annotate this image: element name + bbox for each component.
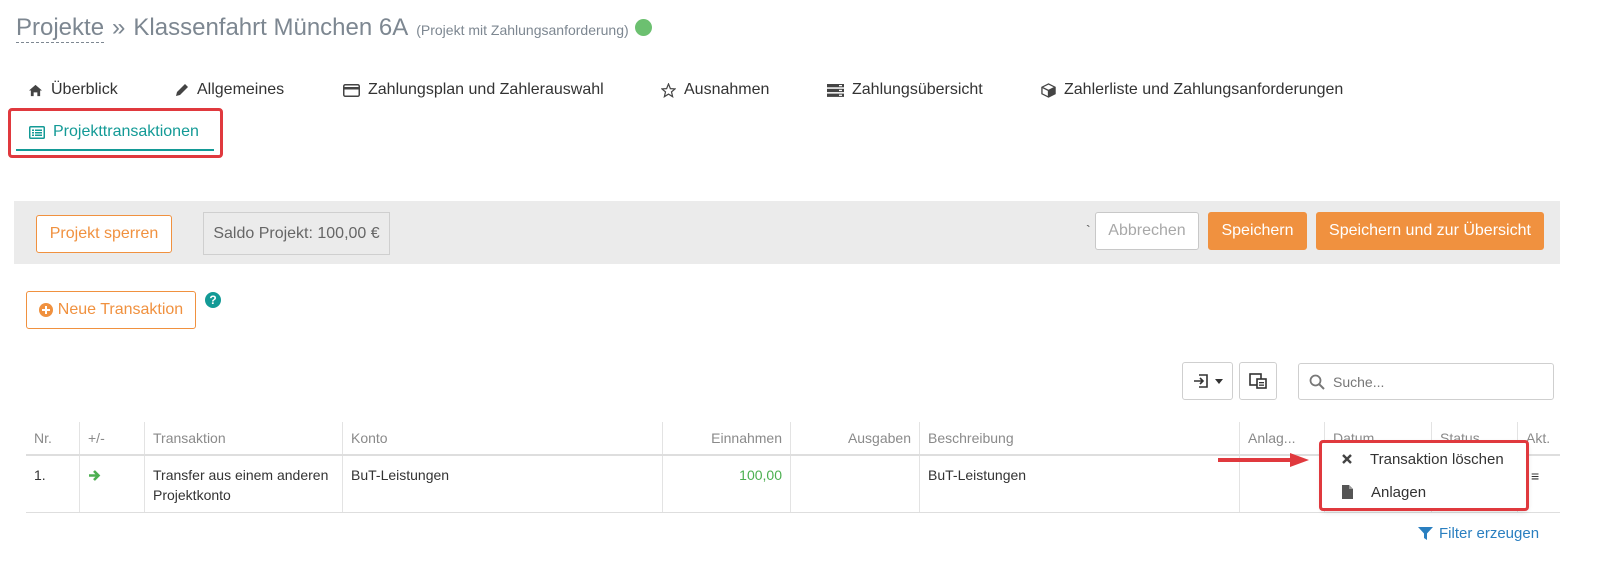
tab-label: Allgemeines: [197, 81, 285, 98]
row-actions-menu-icon[interactable]: ≡: [1531, 468, 1539, 484]
cell-beschreibung: BuT-Leistungen: [919, 456, 1239, 512]
transaktion-line-2: Projektkonto: [153, 487, 231, 503]
tab-label: Überblick: [51, 81, 118, 98]
create-filter-link[interactable]: Filter erzeugen: [1418, 525, 1539, 542]
column-header-ausgaben[interactable]: Ausgaben: [790, 422, 919, 454]
tab-label: Zahlerliste und Zahlungsanforderungen: [1064, 81, 1344, 98]
tab-label: Zahlungsübersicht: [852, 81, 983, 98]
column-toggle-button[interactable]: [1239, 362, 1277, 400]
column-header-plus-minus[interactable]: +/-: [79, 422, 144, 454]
page-title: Projekte » Klassenfahrt München 6A (Proj…: [16, 14, 652, 43]
column-header-anlagen[interactable]: Anlag...: [1239, 422, 1324, 454]
transaktion-line-1: Transfer aus einem anderen: [153, 467, 329, 483]
highlight-box-dropdown: [1319, 440, 1529, 511]
star-icon: [661, 82, 676, 98]
tab-zahlungsplan[interactable]: Zahlungsplan und Zahlerauswahl: [343, 79, 604, 101]
caret-down-icon: [1214, 378, 1223, 384]
server-icon: [827, 83, 844, 97]
cell-ausgaben: [790, 456, 919, 512]
cancel-button[interactable]: Abbrechen: [1095, 212, 1199, 250]
cell-konto: BuT-Leistungen: [342, 456, 662, 512]
column-header-konto[interactable]: Konto: [342, 422, 662, 454]
project-balance: Saldo Projekt: 100,00 €: [203, 212, 390, 255]
project-name: Klassenfahrt München 6A: [133, 14, 409, 41]
project-type: (Projekt mit Zahlungsanforderung): [416, 22, 629, 38]
search-input[interactable]: [1333, 373, 1533, 390]
column-header-nr[interactable]: Nr.: [26, 422, 79, 454]
tab-ausnahmen[interactable]: Ausnahmen: [661, 79, 769, 101]
status-indicator: [634, 19, 652, 36]
columns-icon: [1249, 373, 1267, 389]
column-header-transaktion[interactable]: Transaktion: [144, 422, 342, 454]
home-icon: [29, 84, 42, 96]
save-and-overview-button[interactable]: Speichern und zur Übersicht: [1316, 212, 1544, 250]
annotation-arrow-icon: [1218, 453, 1309, 467]
credit-card-icon: [343, 83, 360, 97]
plus-circle-icon: [38, 303, 53, 317]
export-dropdown-button[interactable]: [1182, 362, 1233, 400]
filter-icon: [1418, 527, 1433, 540]
filter-link-label: Filter erzeugen: [1439, 525, 1540, 542]
tab-label: Ausnahmen: [684, 81, 770, 98]
column-header-einnahmen[interactable]: Einnahmen: [662, 422, 790, 454]
tab-ueberblick[interactable]: Überblick: [28, 79, 118, 101]
tab-allgemeines[interactable]: Allgemeines: [175, 79, 284, 101]
cell-einnahmen: 100,00: [662, 456, 790, 512]
new-transaction-label: Neue Transaktion: [57, 301, 184, 318]
search-icon: [1309, 374, 1325, 390]
cell-transaktion: Transfer aus einem anderen Projektkonto: [144, 456, 342, 512]
highlight-box-tab: [8, 108, 223, 158]
arrow-right-icon: [89, 470, 101, 481]
lock-project-button[interactable]: Projekt sperren: [36, 215, 172, 253]
cell-nr: 1.: [34, 467, 46, 483]
tab-label: Zahlungsplan und Zahlerauswahl: [368, 81, 604, 98]
help-icon[interactable]: ?: [205, 292, 221, 308]
breadcrumb-separator: »: [112, 14, 126, 41]
save-button[interactable]: Speichern: [1208, 212, 1307, 250]
tab-zahlungsuebersicht[interactable]: Zahlungsübersicht: [827, 79, 983, 101]
cell-direction: [79, 456, 144, 512]
search-box[interactable]: [1298, 363, 1554, 400]
stray-character: `: [1086, 222, 1091, 238]
tab-zahlerliste[interactable]: Zahlerliste und Zahlungsanforderungen: [1041, 79, 1343, 101]
column-header-beschreibung[interactable]: Beschreibung: [919, 422, 1239, 454]
new-transaction-button[interactable]: Neue Transaktion: [26, 291, 196, 329]
cube-icon: [1041, 82, 1056, 98]
breadcrumb-projects-link[interactable]: Projekte: [16, 14, 105, 43]
pencil-icon: [176, 84, 188, 96]
export-icon: [1193, 374, 1208, 388]
